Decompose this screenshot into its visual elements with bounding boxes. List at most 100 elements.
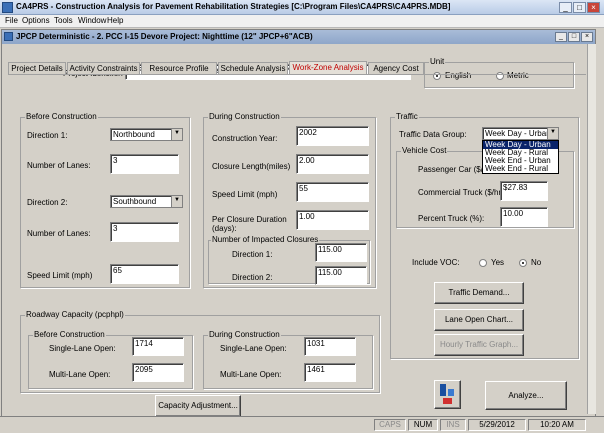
voc-no-label: No — [531, 258, 542, 267]
during-single-lane-field[interactable]: 1031 — [304, 337, 356, 356]
tab-project-details[interactable]: Project Details — [8, 62, 66, 74]
ins-indicator: INS — [440, 419, 466, 431]
during-single-lane-label: Single-Lane Open: — [220, 344, 287, 353]
closure-duration-label-2: (days): — [212, 224, 237, 233]
direction2-select[interactable]: Southbound ▼ — [110, 195, 183, 208]
traffic-data-group-label: Traffic Data Group: — [399, 130, 467, 139]
unit-group-label: Unit — [429, 57, 446, 66]
status-bar: CAPS NUM INS 5/29/2012 10:20 AM — [0, 416, 604, 433]
voc-yes-label: Yes — [491, 258, 505, 267]
before-speed-field[interactable]: 65 — [110, 264, 179, 284]
maximize-button[interactable]: □ — [573, 2, 586, 13]
analyze-button[interactable]: Analyze... — [485, 381, 567, 410]
close-button[interactable]: × — [587, 2, 600, 13]
hourly-traffic-graph-button[interactable]: Hourly Traffic Graph... — [434, 334, 524, 356]
percent-truck-label: Percent Truck (%): — [418, 214, 485, 223]
app-title-bar: CA4PRS - Construction Analysis for Pavem… — [0, 0, 604, 15]
impacted-dir1-label: Direction 1: — [232, 250, 273, 259]
voc-no-radio[interactable] — [519, 259, 527, 267]
menu-file[interactable]: File — [5, 16, 18, 25]
direction1-select[interactable]: Northbound ▼ — [110, 128, 183, 141]
child-title-bar: JPCP Deterministic - 2. PCC I-15 Devore … — [2, 30, 595, 44]
traffic-data-group-select[interactable]: Week Day - Urban ▼ — [482, 127, 559, 140]
before-speed-label: Speed Limit (mph) — [27, 271, 93, 280]
app-icon — [2, 2, 13, 13]
document-icon — [4, 32, 13, 41]
construction-year-field[interactable]: 2002 — [296, 126, 369, 146]
chevron-down-icon: ▼ — [171, 129, 182, 140]
closure-length-field[interactable]: 2.00 — [296, 154, 369, 174]
lanes1-label: Number of Lanes: — [27, 161, 91, 170]
direction1-label: Direction 1: — [27, 131, 68, 140]
impacted-dir2-label: Direction 2: — [232, 273, 273, 282]
vehicle-cost-label: Vehicle Cost — [401, 146, 448, 155]
analyze-icon-button[interactable] — [434, 380, 461, 409]
num-indicator: NUM — [408, 419, 438, 431]
option-week-end-rural[interactable]: Week End - Rural — [483, 165, 558, 173]
child-maximize-button[interactable]: □ — [568, 32, 580, 42]
commercial-truck-field[interactable]: $27.83 — [500, 181, 548, 201]
during-speed-field[interactable]: 55 — [296, 182, 369, 202]
traffic-data-group-dropdown: Week Day - Urban Week Day - Rural Week E… — [482, 140, 559, 174]
voc-yes-radio[interactable] — [479, 259, 487, 267]
chevron-down-icon: ▼ — [171, 196, 182, 207]
traffic-data-group-value: Week Day - Urban — [485, 129, 551, 138]
capacity-adjustment-button[interactable]: Capacity Adjustment... — [155, 395, 241, 417]
tab-schedule-analysis[interactable]: Schedule Analysis — [218, 62, 288, 74]
before-multi-lane-label: Multi-Lane Open: — [49, 370, 111, 379]
analysis-icon — [440, 384, 454, 404]
traffic-demand-button[interactable]: Traffic Demand... — [434, 282, 524, 304]
unit-english-label: English — [445, 71, 472, 80]
construction-year-label: Construction Year: — [212, 134, 278, 143]
application-window: CA4PRS - Construction Analysis for Pavem… — [0, 0, 604, 433]
during-construction-label: During Construction — [208, 112, 281, 121]
status-date: 5/29/2012 — [468, 419, 526, 431]
minimize-button[interactable]: _ — [559, 2, 572, 13]
chevron-down-icon: ▼ — [547, 128, 558, 139]
lanes2-field[interactable]: 3 — [110, 222, 179, 242]
during-multi-lane-field[interactable]: 1461 — [304, 363, 356, 382]
closure-duration-field[interactable]: 1.00 — [296, 210, 369, 230]
during-speed-label: Speed Limit (mph) — [212, 190, 278, 199]
commercial-truck-label: Commercial Truck ($/hr): — [418, 188, 507, 197]
impacted-closures-label: Number of Impacted Closures — [211, 235, 320, 244]
tab-divider — [8, 74, 586, 75]
capacity-during-label: During Construction — [208, 330, 281, 339]
impacted-dir2-field[interactable]: 115.00 — [315, 266, 367, 285]
direction1-value: Northbound — [113, 130, 155, 139]
closure-length-label: Closure Length(miles) — [212, 162, 291, 171]
closure-duration-label-1: Per Closure Duration — [212, 215, 287, 224]
vertical-scrollbar[interactable] — [587, 44, 596, 414]
before-multi-lane-field[interactable]: 2095 — [132, 363, 184, 382]
tab-resource-profile[interactable]: Resource Profile — [141, 62, 217, 74]
menu-window[interactable]: Window — [78, 16, 106, 25]
before-construction-label: Before Construction — [25, 112, 98, 121]
roadway-capacity-label: Roadway Capacity (pcphpl) — [25, 310, 125, 319]
status-time: 10:20 AM — [528, 419, 586, 431]
unit-metric-label: Metric — [507, 71, 529, 80]
menu-help[interactable]: Help — [107, 16, 123, 25]
lanes2-label: Number of Lanes: — [27, 229, 91, 238]
tab-work-zone-analysis[interactable]: Work-Zone Analysis — [289, 61, 367, 74]
lanes1-field[interactable]: 3 — [110, 154, 179, 174]
child-minimize-button[interactable]: _ — [555, 32, 567, 42]
include-voc-label: Include VOC: — [412, 258, 460, 267]
child-title: JPCP Deterministic - 2. PCC I-15 Devore … — [16, 32, 313, 41]
child-close-button[interactable]: × — [581, 32, 593, 42]
lane-open-chart-button[interactable]: Lane Open Chart... — [434, 309, 524, 331]
direction2-value: Southbound — [113, 197, 157, 206]
tab-agency-cost[interactable]: Agency Cost — [368, 62, 424, 74]
traffic-group-label: Traffic — [395, 112, 419, 121]
menu-bar: File Options Tools Window Help — [0, 15, 604, 28]
tab-activity-constraints[interactable]: Activity Constraints — [67, 62, 140, 74]
impacted-dir1-field[interactable]: 115.00 — [315, 243, 367, 262]
menu-options[interactable]: Options — [22, 16, 50, 25]
before-single-lane-label: Single-Lane Open: — [49, 344, 116, 353]
before-single-lane-field[interactable]: 1714 — [132, 337, 184, 356]
menu-tools[interactable]: Tools — [54, 16, 73, 25]
during-multi-lane-label: Multi-Lane Open: — [220, 370, 282, 379]
percent-truck-field[interactable]: 10.00 — [500, 207, 548, 227]
caps-indicator: CAPS — [374, 419, 406, 431]
capacity-before-label: Before Construction — [33, 330, 106, 339]
direction2-label: Direction 2: — [27, 198, 68, 207]
